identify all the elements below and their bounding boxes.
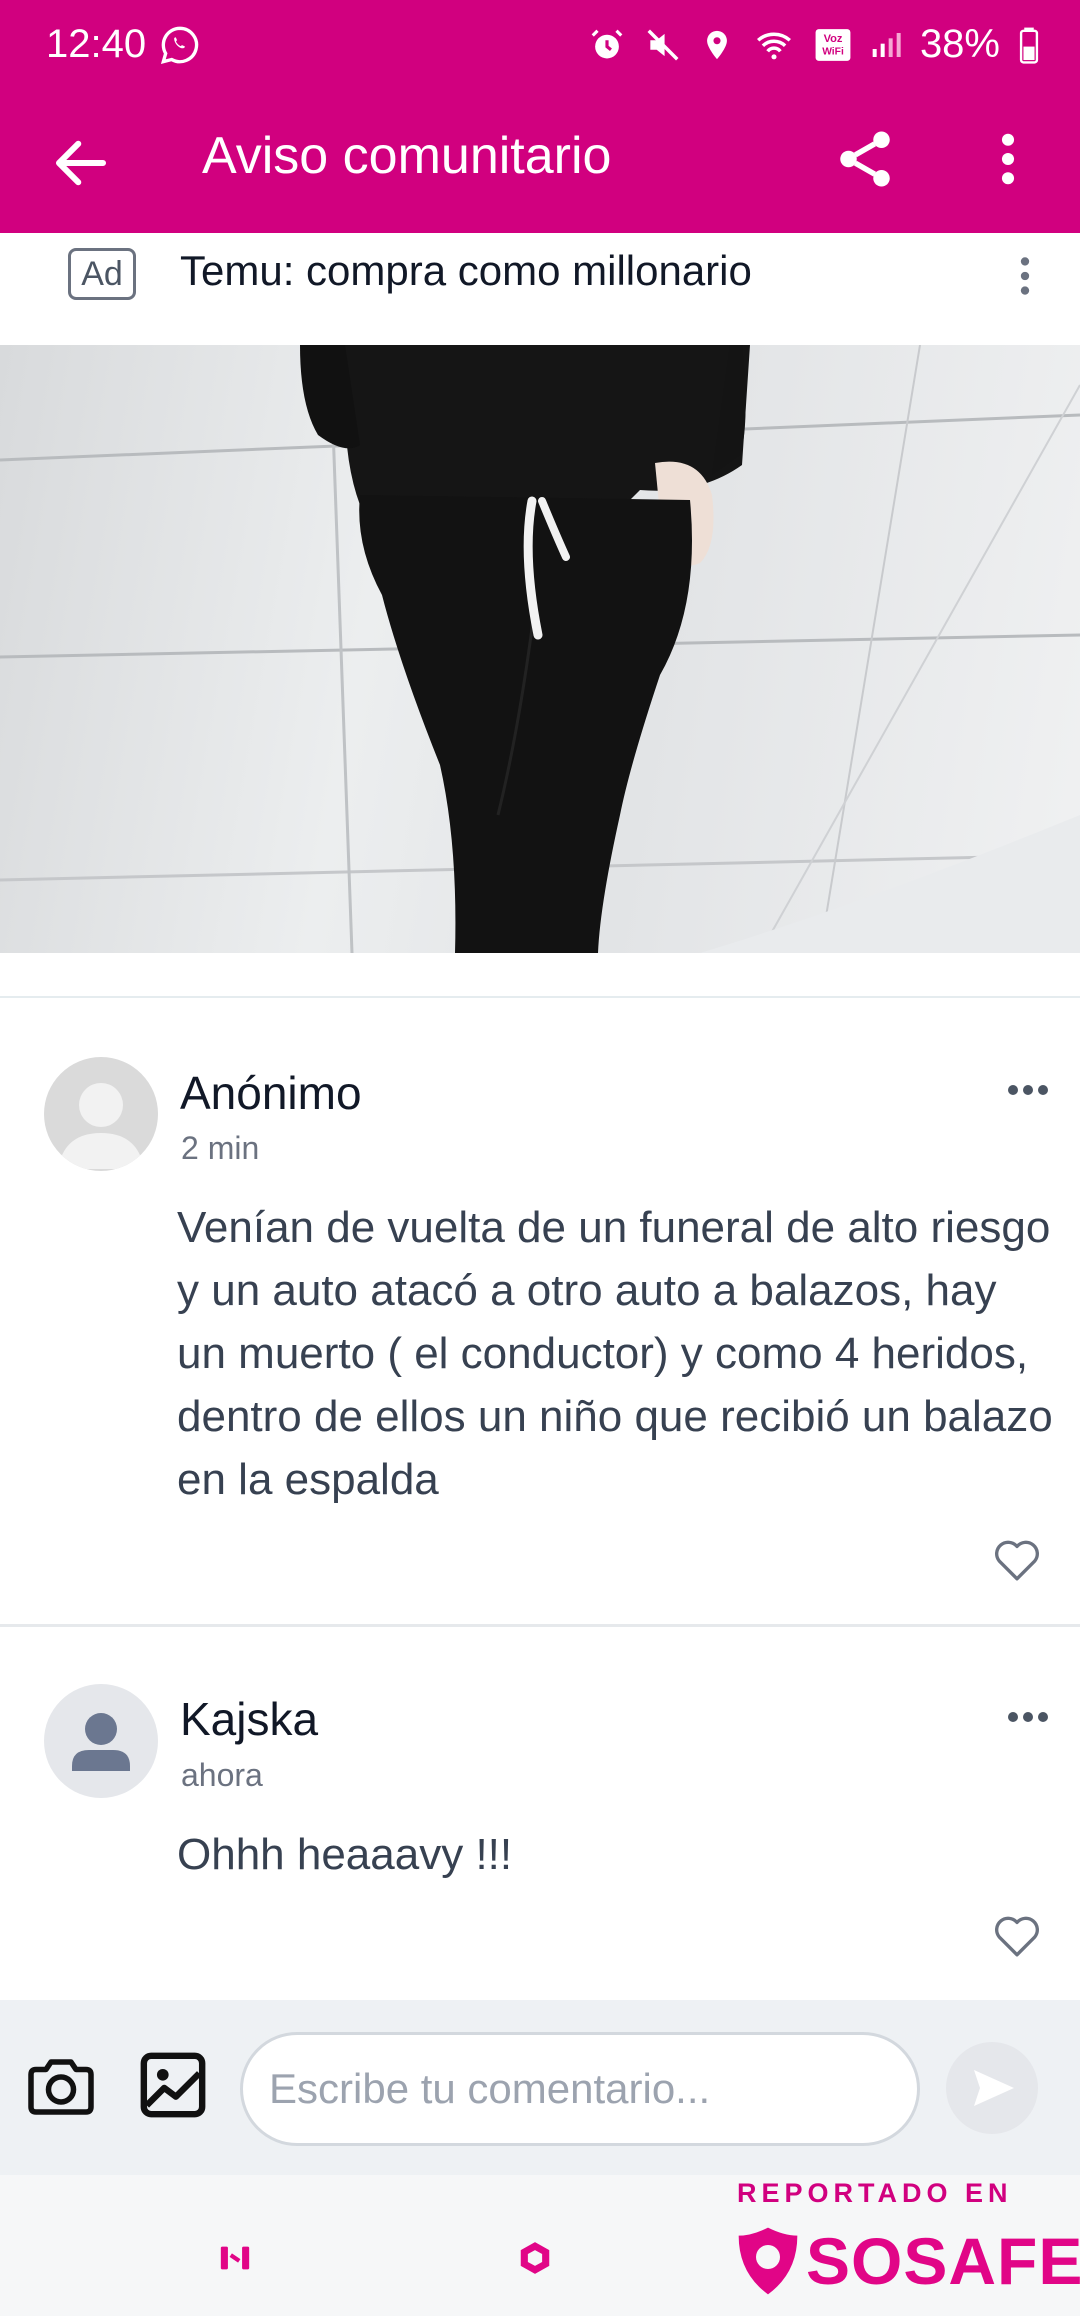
send-button[interactable] — [946, 2042, 1038, 2134]
comment-time: ahora — [181, 1757, 263, 1793]
battery-icon — [1019, 27, 1039, 64]
whatsapp-icon — [161, 26, 199, 64]
app-bar: Aviso comunitario — [0, 96, 1080, 233]
reported-label: REPORTADO EN — [737, 2178, 1013, 2208]
back-arrow-icon[interactable] — [48, 130, 114, 196]
status-time: 12:40 — [46, 22, 147, 66]
comment-text: Venían de vuelta de un funeral de alto r… — [177, 1203, 1053, 1504]
brand-name: SOSAFE — [806, 2224, 1080, 2298]
signal-icon — [872, 32, 901, 57]
location-icon — [707, 30, 727, 59]
heart-icon[interactable] — [992, 1536, 1042, 1582]
comment-composer — [0, 2000, 1080, 2175]
ad-header[interactable]: Ad Temu: compra como millonario — [0, 233, 1080, 345]
avatar[interactable] — [44, 1057, 158, 1171]
user-icon — [72, 1713, 130, 1771]
ad-menu-icon[interactable] — [1010, 251, 1040, 301]
more-horizontal-icon[interactable] — [1006, 1707, 1050, 1727]
status-time-group: 12:40 — [46, 22, 200, 67]
alarm-icon — [591, 29, 623, 58]
ad-photo-illustration — [0, 345, 1080, 953]
share-icon[interactable] — [832, 126, 898, 192]
shield-icon — [738, 2227, 798, 2295]
camera-icon[interactable] — [26, 2056, 96, 2118]
user-placeholder-icon — [58, 1083, 144, 1169]
battery-percent: 38% — [919, 22, 1000, 66]
nav-hexagon-icon[interactable] — [516, 2239, 554, 2277]
heart-icon[interactable] — [992, 1912, 1042, 1958]
page-title: Aviso comunitario — [202, 127, 612, 185]
nav-bars-icon[interactable] — [218, 2241, 252, 2275]
comment-item: Anónimo 2 min Venían de vuelta de un fun… — [0, 1000, 1080, 1624]
status-icons: Voz WiFi 38% — [588, 22, 1040, 67]
comment-author[interactable]: Anónimo — [180, 1066, 362, 1120]
image-icon[interactable] — [138, 2050, 208, 2120]
ad-image[interactable] — [0, 345, 1080, 953]
ad-badge: Ad — [68, 248, 136, 300]
wifi-icon — [756, 32, 791, 59]
comment-item: Kajska ahora Ohhh heaaavy !!! — [0, 1627, 1080, 2000]
brand-logo: SOSAFE — [736, 2223, 1080, 2299]
avatar[interactable] — [44, 1684, 158, 1798]
more-horizontal-icon[interactable] — [1006, 1080, 1050, 1100]
more-vertical-icon[interactable] — [984, 126, 1032, 192]
comment-text: Ohhh heaaavy !!! — [177, 1830, 513, 1879]
comment-input[interactable] — [240, 2032, 920, 2146]
ad-title[interactable]: Temu: compra como millonario — [180, 247, 752, 295]
mute-icon — [647, 29, 679, 60]
bottom-bar: REPORTADO EN SOSAFE — [0, 2175, 1080, 2316]
comment-author[interactable]: Kajska — [180, 1692, 318, 1746]
voz-wifi-icon: Voz WiFi — [815, 28, 851, 61]
comment-time: 2 min — [181, 1130, 260, 1166]
divider — [0, 996, 1080, 998]
status-bar: 12:40 Voz WiFi 38% — [0, 0, 1080, 96]
send-icon — [974, 2070, 1014, 2106]
svg-text:Voz: Voz — [824, 32, 843, 44]
svg-text:WiFi: WiFi — [822, 46, 844, 57]
